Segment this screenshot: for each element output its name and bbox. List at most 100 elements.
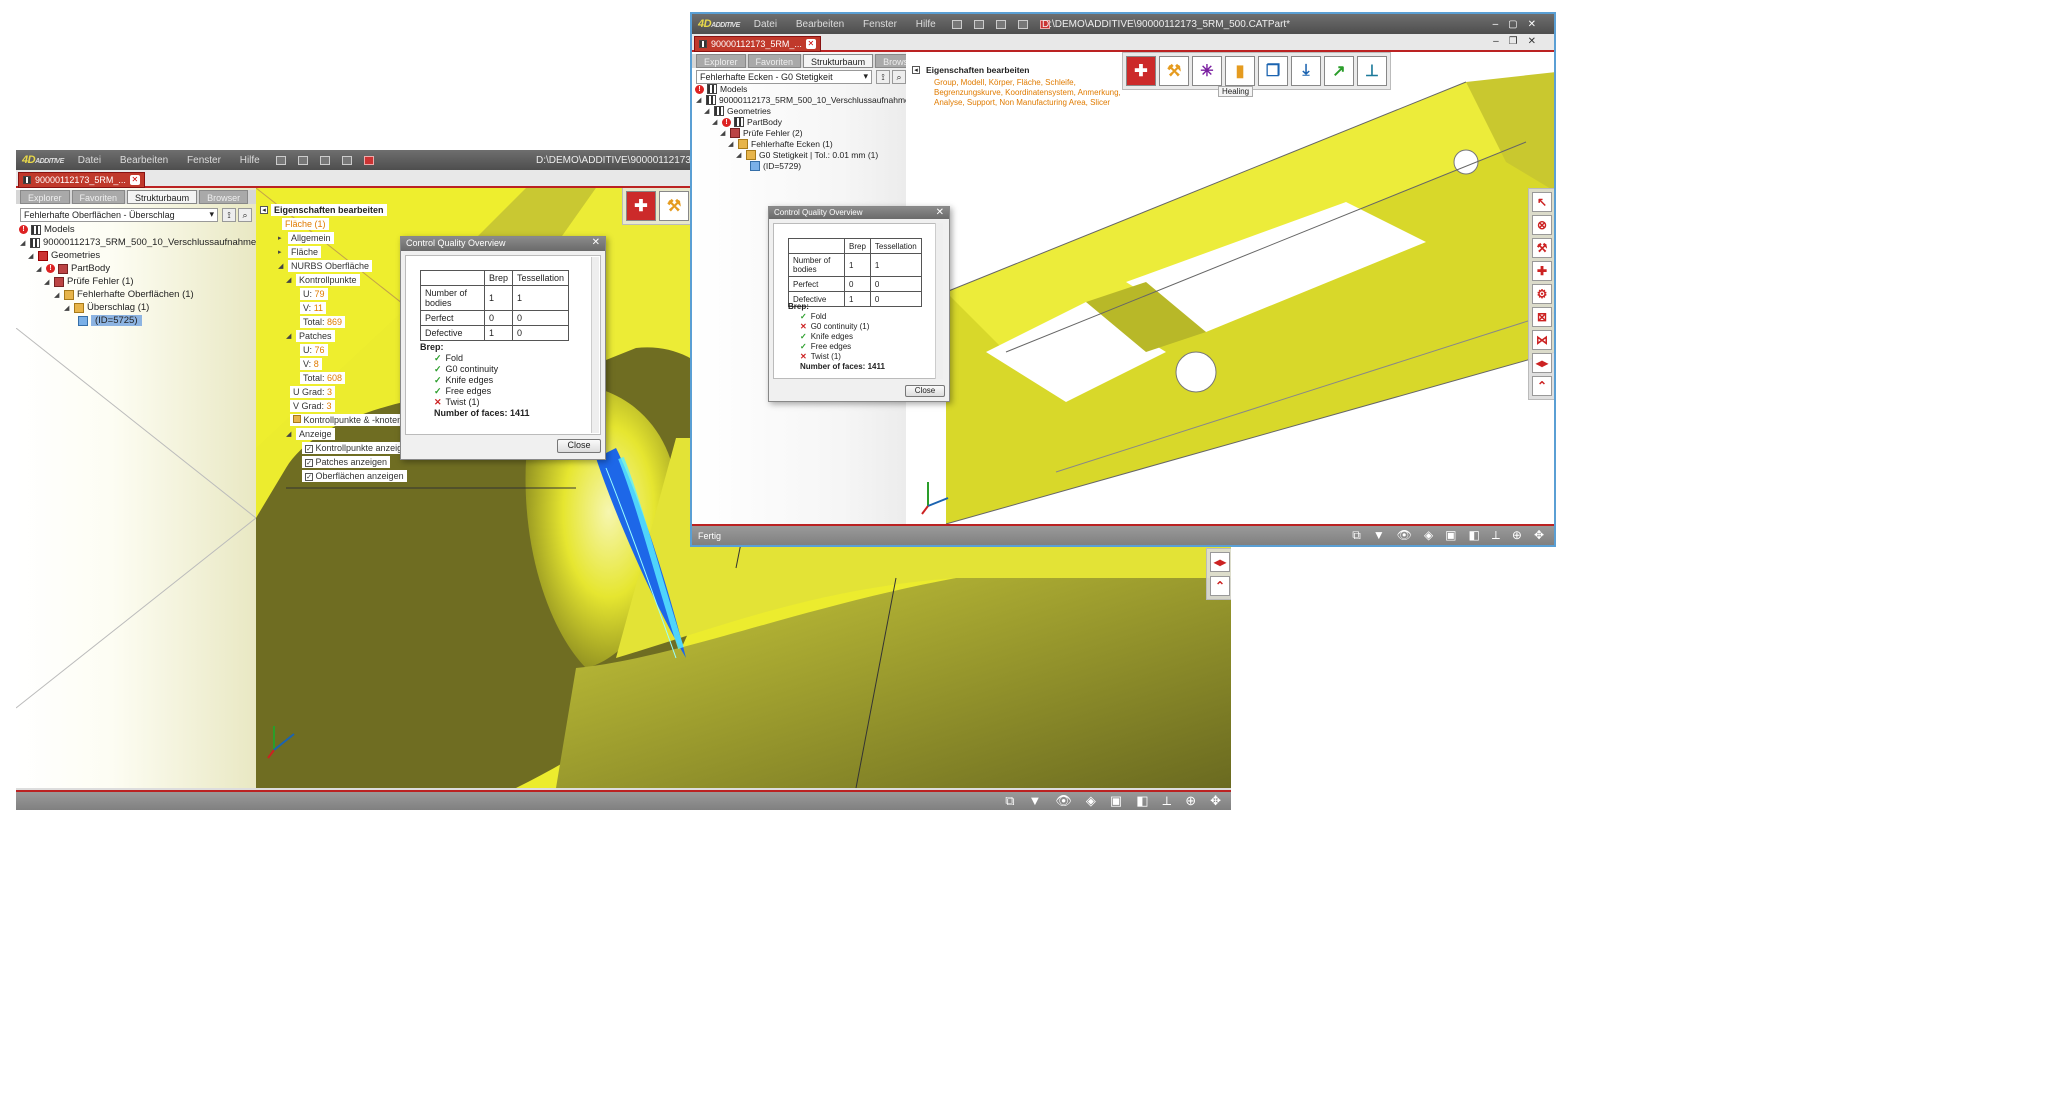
checkbox[interactable]: ✓ xyxy=(305,473,313,481)
repair-icon[interactable]: ⚙ xyxy=(1532,284,1552,304)
new-icon[interactable] xyxy=(951,19,962,29)
move-icon[interactable]: ✥ xyxy=(1210,793,1221,809)
tree-node[interactable]: ! Models xyxy=(19,224,75,235)
checkbox[interactable]: ✓ xyxy=(305,445,313,453)
box-icon[interactable]: ▣ xyxy=(1110,793,1122,809)
menu-datei[interactable]: Datei xyxy=(754,19,777,30)
prop-ctrl-points[interactable]: ◢ Kontrollpunkte xyxy=(286,274,360,286)
collapse-icon[interactable]: ◂ xyxy=(912,66,920,74)
tree-node[interactable]: (ID=5729) xyxy=(750,161,801,171)
tree-node[interactable]: ◢ Prüfe Fehler (1) xyxy=(44,276,134,287)
prop-face[interactable]: Fläche (1) xyxy=(282,218,329,230)
close-tab-icon[interactable]: ✕ xyxy=(805,39,816,49)
layers-icon[interactable]: ⧉ xyxy=(1005,793,1014,809)
prop-patches[interactable]: ◢ Patches xyxy=(286,330,335,342)
prop-general[interactable]: ▸ Allgemein xyxy=(278,232,334,244)
expand-icon[interactable]: ◢ xyxy=(696,96,703,104)
open-icon[interactable] xyxy=(297,155,308,165)
cube-icon[interactable]: ◈ xyxy=(1086,793,1096,809)
view-icon[interactable]: ◧ xyxy=(1469,528,1480,543)
filter-select[interactable]: Fehlerhafte Oberflächen - Überschlag xyxy=(20,208,218,222)
select-icon[interactable]: ↖ xyxy=(1532,192,1552,212)
wrench-icon[interactable]: ⚒ xyxy=(659,191,689,221)
eye-icon[interactable]: 👁 xyxy=(1397,528,1412,543)
box-icon[interactable]: ▣ xyxy=(1445,528,1456,543)
bar-chart-icon[interactable]: ▮ xyxy=(1225,56,1255,86)
expand-icon[interactable]: ◢ xyxy=(64,304,71,312)
menu-datei[interactable]: Datei xyxy=(78,155,101,166)
expand-icon[interactable]: ◢ xyxy=(54,291,61,299)
expand-icon[interactable]: ◢ xyxy=(728,140,735,148)
collapse-icon[interactable]: ◂ xyxy=(260,206,268,214)
export-icon[interactable]: ↗ xyxy=(1324,56,1354,86)
show-ctrl-checkbox[interactable]: ✓ Kontrollpunkte anzeigen xyxy=(302,442,416,454)
tree-node-selected[interactable]: (ID=5725) xyxy=(78,315,142,326)
mirror-icon[interactable]: ◂▸ xyxy=(1532,353,1552,373)
expand-icon[interactable]: ◢ xyxy=(28,252,35,260)
close-icon[interactable]: ✕ xyxy=(592,237,600,248)
expand-icon[interactable]: ◢ xyxy=(44,278,51,286)
tab-browser[interactable]: Browser xyxy=(199,190,249,204)
save-icon[interactable] xyxy=(319,155,330,165)
menu-hilfe[interactable]: Hilfe xyxy=(240,155,260,166)
mirror-icon[interactable]: ◂▸ xyxy=(1210,552,1230,572)
undo-icon[interactable] xyxy=(341,155,352,165)
up-arrow-icon[interactable]: ⌃ xyxy=(1210,576,1230,596)
tree-node[interactable]: ◢ Geometries xyxy=(28,250,100,261)
add-icon[interactable]: ✚ xyxy=(626,191,656,221)
menu-hilfe[interactable]: Hilfe xyxy=(916,19,936,30)
new-icon[interactable] xyxy=(275,155,286,165)
measure-icon[interactable]: ⟂ xyxy=(1163,793,1172,809)
save-icon[interactable] xyxy=(995,19,1006,29)
tab-favoriten[interactable]: Favoriten xyxy=(747,54,802,68)
show-surfaces-checkbox[interactable]: ✓ Oberflächen anzeigen xyxy=(302,470,407,482)
close-button[interactable]: Close xyxy=(905,385,945,397)
prop-nurbs[interactable]: ◢ NURBS Oberfläche xyxy=(278,260,373,272)
expand-icon[interactable]: ◢ xyxy=(720,129,727,137)
menu-bearbeiten[interactable]: Bearbeiten xyxy=(120,155,168,166)
tree-node[interactable]: ◢ Geometries xyxy=(704,106,771,116)
expand-icon[interactable]: ◢ xyxy=(712,118,719,126)
document-tab[interactable]: 90000112173_5RM_... ✕ xyxy=(694,36,821,52)
globe-icon[interactable]: ⊕ xyxy=(1512,528,1522,543)
move-icon[interactable]: ✥ xyxy=(1534,528,1544,543)
filter-icon[interactable]: ▼ xyxy=(1373,528,1385,543)
search-icon[interactable]: ⌕ xyxy=(892,70,906,84)
tree-node[interactable]: ◢ Prüfe Fehler (2) xyxy=(720,128,803,138)
expand-icon[interactable]: ◢ xyxy=(36,265,43,273)
knots-button[interactable]: Kontrollpunkte & -knoten xyxy=(290,414,406,426)
wrench-icon[interactable]: ⚒ xyxy=(1159,56,1189,86)
view-icon[interactable]: ◧ xyxy=(1136,793,1148,809)
close-icon[interactable]: ✕ xyxy=(936,207,944,218)
close-doc-icon[interactable]: ✕ xyxy=(1528,36,1546,47)
restore-icon[interactable]: ❐ xyxy=(1509,36,1528,47)
tree-node[interactable]: ◢ Fehlerhafte Ecken (1) xyxy=(728,139,833,149)
show-patches-checkbox[interactable]: ✓ Patches anzeigen xyxy=(302,456,391,468)
tree-node[interactable]: ! Models xyxy=(695,84,747,94)
expand-icon[interactable]: ◢ xyxy=(736,151,743,159)
tree-node[interactable]: ◢ Überschlag (1) xyxy=(64,302,149,313)
expand-icon[interactable]: ◢ xyxy=(704,107,711,115)
filter-icon[interactable]: ⟟ xyxy=(222,208,236,222)
close-tab-icon[interactable]: ✕ xyxy=(129,175,140,185)
filter-icon[interactable]: ▼ xyxy=(1029,793,1042,809)
prop-display[interactable]: ◢ Anzeige xyxy=(286,428,335,440)
split-icon[interactable]: ⋈ xyxy=(1532,330,1552,350)
layers-icon[interactable]: ⧉ xyxy=(1352,528,1361,543)
cube-icon[interactable]: ◈ xyxy=(1424,528,1433,543)
tab-explorer[interactable]: Explorer xyxy=(696,54,746,68)
prop-surface[interactable]: ▸ Fläche xyxy=(278,246,322,258)
menu-fenster[interactable]: Fenster xyxy=(187,155,221,166)
checkbox[interactable]: ✓ xyxy=(305,459,313,467)
minimize-icon[interactable]: – xyxy=(1493,19,1509,30)
menu-bearbeiten[interactable]: Bearbeiten xyxy=(796,19,844,30)
search-icon[interactable]: ⌕ xyxy=(238,208,252,222)
eye-icon[interactable]: 👁 xyxy=(1055,793,1072,809)
copy-icon[interactable]: ❐ xyxy=(1258,56,1288,86)
3d-viewport[interactable]: ◂ Eigenschaften bearbeiten Group, Modell,… xyxy=(906,52,1554,524)
tree-node[interactable]: ◢! PartBody xyxy=(712,117,782,127)
add-icon[interactable]: ✚ xyxy=(1126,56,1156,86)
filter-select[interactable]: Fehlerhafte Ecken - G0 Stetigkeit xyxy=(696,70,872,84)
expand-icon[interactable]: ◢ xyxy=(20,239,27,247)
filter-icon[interactable]: ⟟ xyxy=(876,70,890,84)
